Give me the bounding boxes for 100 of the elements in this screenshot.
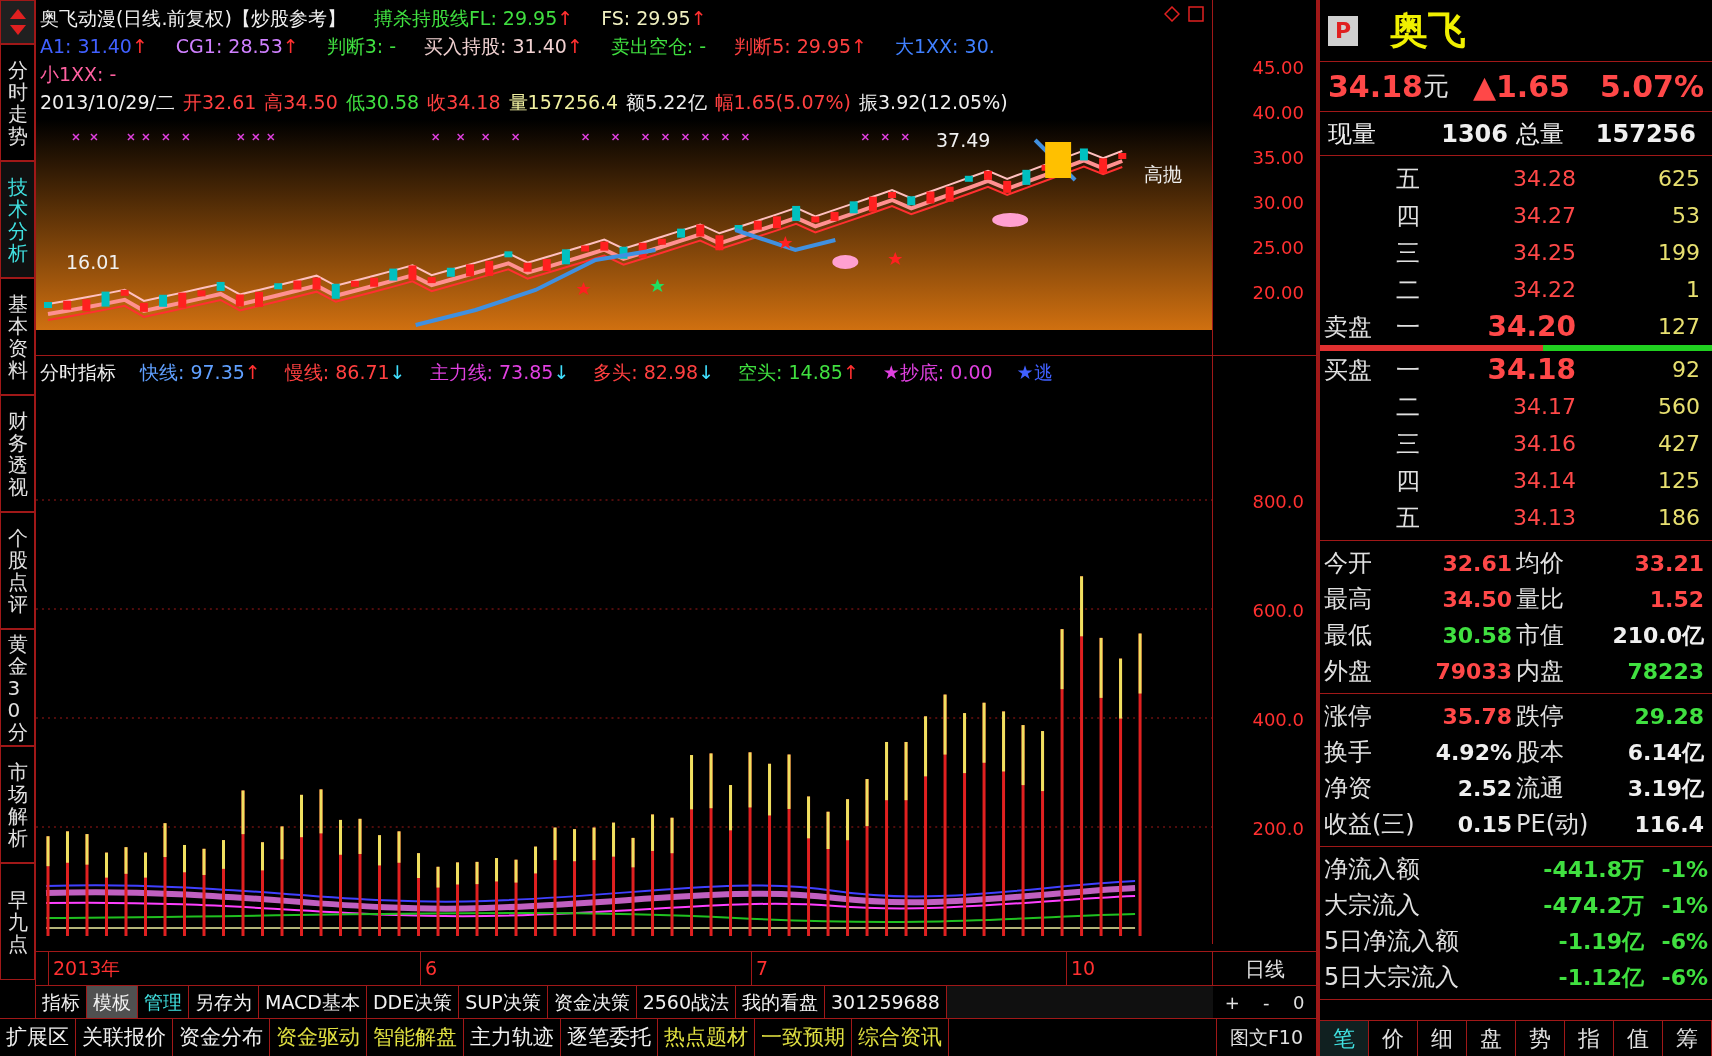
toolbar-button[interactable]: SUP决策 [459, 986, 548, 1018]
indicator-value: 多头: 82.98 [593, 359, 699, 385]
book-quantity: 53 [1671, 202, 1700, 230]
indicator-value: 大1XX: 30. [895, 33, 995, 59]
star-icon [888, 252, 903, 265]
detail-tab[interactable]: 笔 [1320, 1021, 1369, 1056]
date-label: 2013年 [53, 956, 121, 982]
flow-value: -474.2万 [1543, 891, 1644, 920]
price-unit: 元 [1422, 70, 1449, 103]
stat-label: 最高 [1324, 584, 1372, 615]
stat-value: 116.4 [1634, 810, 1704, 839]
side-tab[interactable]: 财务透视 [0, 395, 35, 512]
cross-marker [721, 133, 730, 141]
side-tab[interactable]: 早九点 [0, 863, 35, 980]
oval-marker [992, 213, 1029, 227]
flow-percent: -1% [1660, 855, 1708, 884]
cross-marker [611, 133, 620, 141]
cross-marker [252, 133, 260, 141]
toolbar-button[interactable]: 我的看盘 [736, 986, 826, 1018]
candle [523, 262, 532, 272]
candle [868, 196, 877, 212]
star-icon [576, 282, 591, 295]
volume-value: 157256 [1595, 118, 1696, 150]
f10-button[interactable]: 图文F10 [1216, 1019, 1316, 1056]
cross-marker [237, 133, 245, 141]
indicator-value: 搏杀持股线FL: 29.95 [373, 5, 558, 31]
stat-value: 1.52 [1649, 585, 1704, 614]
stat-label: 净资 [1324, 773, 1372, 804]
stock-name: 奥飞 [1390, 7, 1466, 54]
book-quantity: 199 [1657, 239, 1700, 267]
volume-label: 总量 [1516, 118, 1564, 150]
stat-label: 流通 [1516, 773, 1564, 804]
side-tab[interactable]: 基本资料 [0, 278, 35, 395]
date-label: 6 [425, 956, 438, 982]
side-tab[interactable]: 市场解析 [0, 746, 35, 863]
toolbar-button[interactable]: 指标 [36, 986, 87, 1018]
stat-label: 市值 [1516, 620, 1564, 651]
price-change: ▲1.65 [1472, 68, 1570, 106]
scroll-buttons[interactable] [0, 0, 35, 44]
cross-marker [701, 133, 710, 141]
toolbar-button[interactable]: 2560战法 [636, 986, 737, 1018]
candle [466, 264, 475, 277]
side-tab[interactable]: 黄金30分 [0, 629, 35, 746]
book-level: 五 [1396, 163, 1421, 195]
side-tab[interactable]: 个股点评 [0, 512, 35, 629]
date-label: 10 [1071, 956, 1096, 982]
toolbar-button[interactable]: 模板 [87, 986, 138, 1018]
stat-label: 涨停 [1324, 701, 1372, 732]
star-icon [778, 236, 793, 249]
indicator-value: 开32.61 [182, 89, 257, 115]
indicator-value: CG1: 28.53 [175, 33, 283, 59]
flow-percent: -6% [1660, 927, 1708, 956]
book-quantity: 427 [1657, 430, 1700, 458]
candle [715, 235, 724, 251]
stat-value: 34.50 [1442, 585, 1512, 614]
candle [159, 294, 168, 307]
indicator-value: 主力线: 73.85 [429, 359, 554, 385]
indicator-value: 2013/10/29/二 [40, 89, 175, 115]
book-level: 四 [1396, 465, 1421, 497]
flow-value: -1.19亿 [1558, 927, 1644, 956]
candle [1079, 148, 1088, 161]
indicator-value: A1: 31.40 [40, 33, 132, 59]
candle [485, 260, 494, 276]
change-percent: 5.07% [1599, 68, 1704, 106]
side-tab[interactable]: 技术分析 [0, 161, 35, 278]
zoom-button[interactable]: 0 [1288, 988, 1309, 1016]
stat-value: 0.15 [1457, 810, 1512, 839]
zoom-button[interactable]: - [1259, 988, 1274, 1016]
candle [504, 251, 513, 258]
toolbar-button[interactable]: DDE决策 [366, 986, 460, 1018]
diamond-icon[interactable] [1164, 6, 1180, 22]
book-price: 34.14 [1512, 467, 1576, 495]
candle [1099, 158, 1108, 174]
toolbar-button[interactable]: 另存为 [189, 986, 259, 1018]
book-level: 四 [1396, 200, 1421, 232]
book-level: 三 [1396, 428, 1421, 460]
candle [696, 224, 705, 237]
stat-value: 2.52 [1457, 774, 1512, 803]
book-side-label: 卖盘 [1324, 312, 1372, 341]
candle [792, 205, 801, 221]
toolbar-button[interactable]: 管理 [138, 986, 189, 1018]
axis-label: 25.00 [1252, 236, 1304, 260]
candle [849, 201, 858, 214]
side-tab[interactable]: 分时走势 [0, 44, 35, 161]
zoom-button[interactable]: + [1220, 988, 1244, 1016]
period-label[interactable]: 日线 [1213, 952, 1316, 985]
candle [350, 280, 359, 287]
toolbar-button[interactable]: 301259688 [825, 986, 947, 1018]
candle [561, 249, 570, 265]
flow-label: 5日净流入额 [1324, 926, 1460, 957]
flow-label: 大宗流入 [1324, 890, 1420, 921]
book-level: 一 [1396, 311, 1421, 343]
square-icon[interactable] [1188, 6, 1204, 22]
toolbar-button[interactable]: 资金决策 [547, 986, 637, 1018]
cross-marker [511, 133, 520, 141]
stat-label: 今开 [1324, 548, 1372, 579]
star-icon [650, 279, 665, 292]
candle [581, 245, 590, 252]
flow-value: -441.8万 [1543, 855, 1644, 884]
toolbar-button[interactable]: MACD基本 [259, 986, 367, 1018]
